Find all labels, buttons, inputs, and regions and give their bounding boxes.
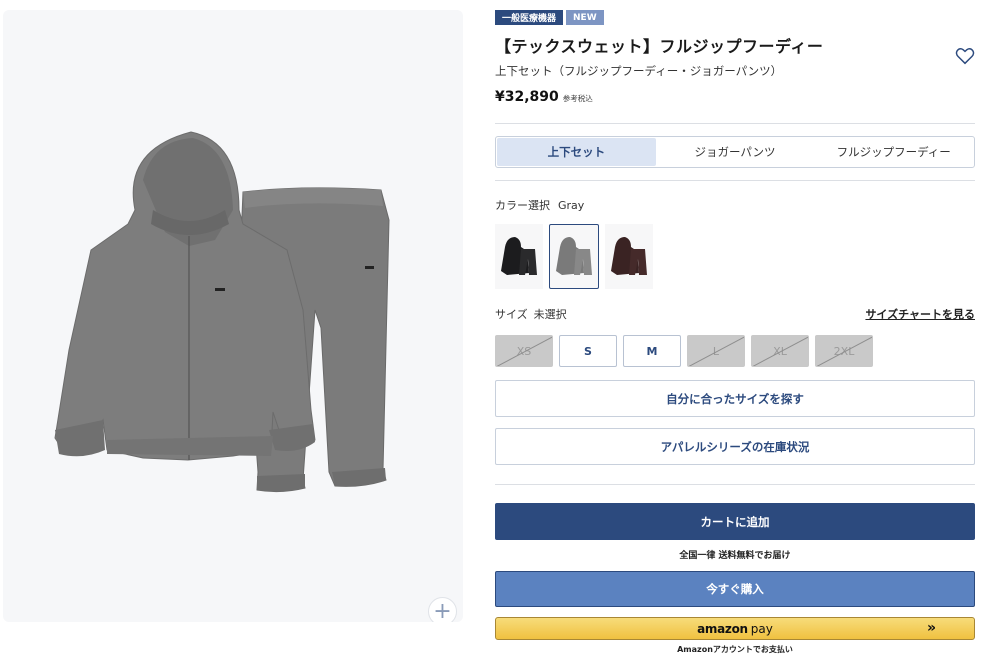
size-label: サイズ	[495, 308, 528, 321]
size-xl-button[interactable]: XL	[751, 335, 809, 367]
size-label-row: サイズ 未選択	[495, 306, 567, 322]
shipping-note: 全国一律 送料無料でお届け	[679, 551, 791, 561]
size-m-button[interactable]: M	[623, 335, 681, 367]
tab-full-zip-hoodie[interactable]: フルジップフーディー	[814, 138, 973, 166]
product-image-gallery[interactable]: +	[3, 10, 463, 622]
amazon-pay-note: Amazonアカウントでお支払い	[677, 645, 793, 654]
product-title: 【テックスウェット】フルジップフーディー	[495, 37, 824, 56]
stock-status-button[interactable]: アパレルシリーズの在庫状況	[495, 428, 975, 465]
double-chevron-icon: »	[926, 620, 936, 636]
product-image	[54, 131, 390, 493]
size-xs-button[interactable]: XS	[495, 335, 553, 367]
size-l-button[interactable]: L	[687, 335, 745, 367]
tab-set[interactable]: 上下セット	[497, 138, 656, 166]
size-chart-link[interactable]: サイズチャートを見る	[865, 306, 975, 322]
divider	[495, 180, 975, 181]
swatch-thumbnail	[611, 236, 647, 275]
size-2xl-button[interactable]: 2XL	[815, 335, 873, 367]
product-info-panel: 一般医療機器 NEW 【テックスウェット】フルジップフーディー 上下セット（フル…	[495, 0, 975, 665]
selected-size: 未選択	[533, 308, 567, 321]
heart-icon[interactable]	[954, 45, 976, 67]
color-label-row: カラー選択 Gray	[495, 197, 584, 213]
buy-now-button[interactable]: 今すぐ購入	[495, 571, 975, 607]
tab-jogger-pants[interactable]: ジョガーパンツ	[656, 138, 815, 166]
product-subtitle: 上下セット（フルジップフーディー・ジョガーパンツ）	[495, 64, 783, 78]
hoodie-illustration	[54, 131, 316, 461]
price: ¥32,890	[495, 89, 559, 105]
divider	[495, 484, 975, 485]
size-s-button[interactable]: S	[559, 335, 617, 367]
amazon-logo: amazon	[697, 621, 748, 636]
color-swatch-brown[interactable]	[605, 224, 653, 289]
color-swatch-black[interactable]	[495, 224, 543, 289]
color-swatches	[495, 224, 653, 289]
product-badges: 一般医療機器 NEW	[495, 10, 604, 25]
new-badge: NEW	[566, 10, 604, 25]
medical-device-badge: 一般医療機器	[495, 10, 564, 25]
amazon-pay-button[interactable]: amazon pay »	[495, 617, 975, 640]
zoom-plus-icon[interactable]: +	[428, 597, 457, 622]
color-swatch-gray[interactable]	[549, 224, 599, 289]
add-to-cart-button[interactable]: カートに追加	[495, 503, 975, 540]
price-row: ¥32,890 参考税込	[495, 89, 593, 105]
swatch-thumbnail	[501, 236, 537, 275]
find-size-button[interactable]: 自分に合ったサイズを探す	[495, 380, 975, 417]
color-label: カラー選択	[495, 199, 550, 212]
size-options: XS S M L XL 2XL	[495, 335, 873, 367]
tax-note: 参考税込	[562, 94, 593, 103]
variant-tabs: 上下セット ジョガーパンツ フルジップフーディー	[495, 136, 975, 168]
swatch-thumbnail	[556, 236, 592, 275]
selected-color: Gray	[558, 199, 585, 212]
divider	[495, 123, 975, 124]
amazon-pay-label: pay	[750, 621, 773, 636]
